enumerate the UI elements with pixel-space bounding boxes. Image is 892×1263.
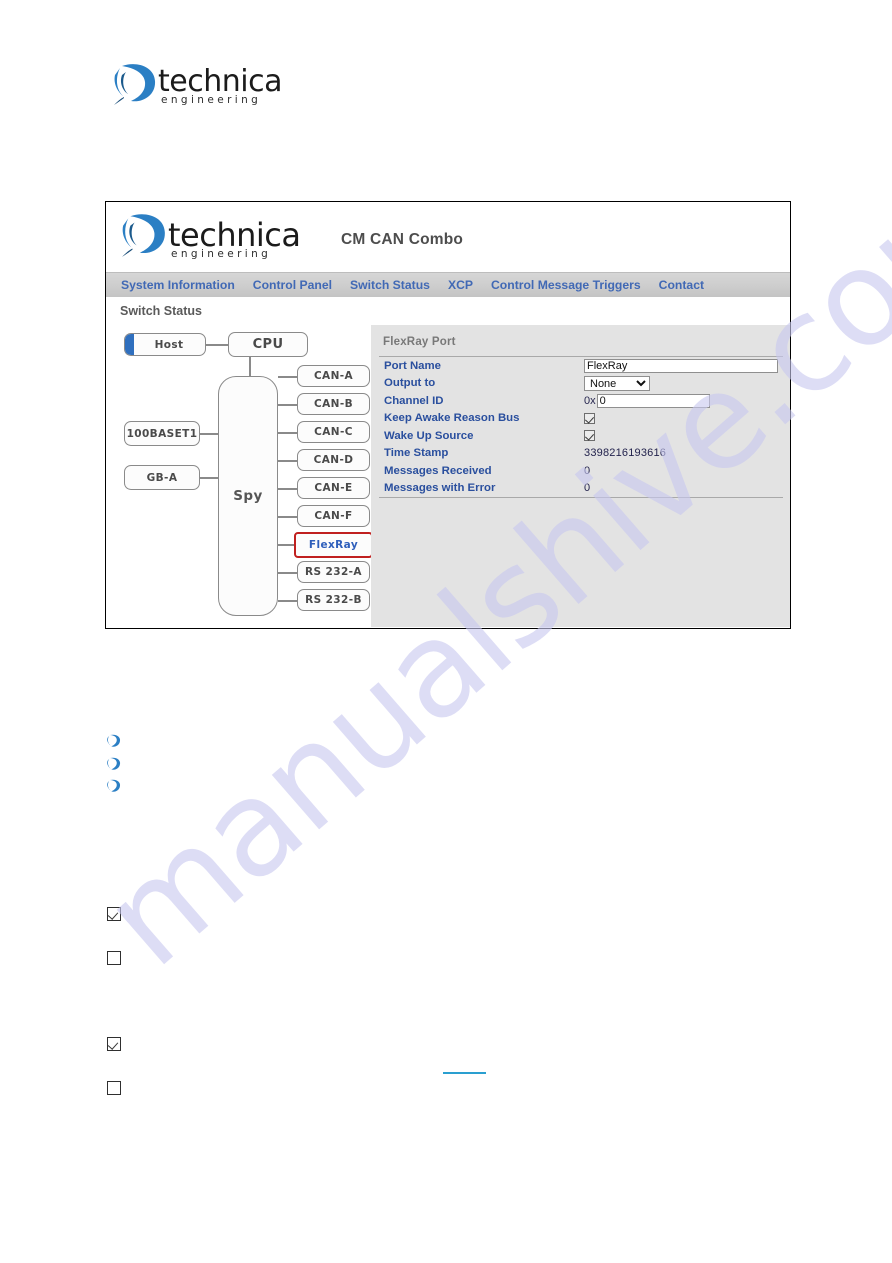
device-title: CM CAN Combo [341,231,464,248]
node-can-f-label: CAN-F [314,510,353,522]
nav-system-information[interactable]: System Information [112,278,244,292]
link-spy-rs232-b [278,600,298,602]
node-can-c[interactable]: CAN-C [297,421,370,443]
node-spy[interactable]: Spy [218,376,278,616]
host-accent-bar [125,334,134,355]
link-spy-rs232-a [278,572,298,574]
link-spy-can-c [278,432,298,434]
row-port-name: Port Name [379,357,783,375]
channel-id-hex-prefix: 0x [584,394,596,407]
doc-checkbox-1[interactable] [107,907,121,921]
messages-received-value: 0 [584,464,591,477]
wake-up-source-checkbox[interactable] [584,430,595,442]
label-messages-received: Messages Received [384,464,492,477]
node-can-b[interactable]: CAN-B [297,393,370,415]
node-cpu[interactable]: CPU [228,332,308,357]
output-to-select[interactable]: None [584,375,650,391]
main-navigation: System Information Control Panel Switch … [106,272,790,297]
node-100baset1-label: 100BASET1 [126,427,198,440]
list-bullet-1-icon [107,734,121,747]
node-host[interactable]: Host [124,333,206,356]
node-rs232-b[interactable]: RS 232-B [297,589,370,611]
row-channel-id: Channel ID 0x [379,392,783,410]
list-bullet-2-icon [107,757,121,770]
port-name-input[interactable] [584,358,778,373]
link-host-cpu [206,344,228,346]
doc-checkbox-4[interactable] [107,1081,121,1095]
technica-swirl-icon [114,64,156,105]
node-100baset1[interactable]: 100BASET1 [124,421,200,446]
panel-header: technica engineering CM CAN Combo [106,202,790,272]
label-wake-up-source: Wake Up Source [384,429,474,442]
label-output-to: Output to [384,377,436,390]
node-gb-a-label: GB-A [146,471,178,484]
label-messages-with-error: Messages with Error [384,482,496,495]
node-can-d[interactable]: CAN-D [297,449,370,471]
messages-with-error-value: 0 [584,482,591,495]
node-can-e[interactable]: CAN-E [297,477,370,499]
node-can-f[interactable]: CAN-F [297,505,370,527]
node-spy-label: Spy [233,488,263,504]
node-rs232-b-label: RS 232-B [305,594,362,606]
row-wake-up-source: Wake Up Source [379,427,783,445]
node-can-c-label: CAN-C [314,426,353,438]
port-properties-table: Port Name Output to None Channel ID [379,356,783,498]
node-cpu-label: CPU [252,337,284,352]
port-properties-legend: FlexRay Port [383,336,456,348]
nav-control-message-triggers[interactable]: Control Message Triggers [482,278,650,292]
doc-checkbox-3[interactable] [107,1037,121,1051]
label-channel-id: Channel ID [384,394,444,407]
nav-switch-status[interactable]: Switch Status [341,278,439,292]
node-can-a[interactable]: CAN-A [297,365,370,387]
channel-id-input[interactable] [596,393,710,408]
blue-underline-rule [443,1072,486,1074]
row-messages-with-error: Messages with Error 0 [379,480,783,498]
switch-topology-diagram: Host CPU Spy 100BASET1 GB-A CAN-A CAN-B … [106,325,373,627]
page-title: Switch Status [120,304,202,318]
nav-contact[interactable]: Contact [650,278,713,292]
technica-swirl-icon-panel [122,214,165,257]
row-time-stamp: Time Stamp 3398216193616 [379,445,783,463]
label-keep-awake-reason-bus: Keep Awake Reason Bus [384,412,520,425]
node-flexray[interactable]: FlexRay [294,532,373,558]
node-can-d-label: CAN-D [313,454,354,466]
keep-awake-reason-bus-checkbox[interactable] [584,412,595,424]
port-properties-panel: FlexRay Port Port Name Output to None [371,325,790,627]
nav-control-panel[interactable]: Control Panel [244,278,341,292]
label-time-stamp: Time Stamp [384,447,449,460]
node-can-a-label: CAN-A [313,370,354,382]
panel-logo-tagline: engineering [171,248,272,260]
logo-tagline: engineering [161,94,262,106]
link-cpu-spy [249,355,251,377]
link-spy-can-d [278,460,298,462]
node-host-label: Host [154,338,184,351]
row-keep-awake-reason-bus: Keep Awake Reason Bus [379,410,783,428]
node-rs232-a[interactable]: RS 232-A [297,561,370,583]
row-output-to: Output to None [379,375,783,393]
page-header-logo: technica engineering [112,60,312,112]
list-bullet-3-icon [107,779,121,792]
link-spy-can-a [278,376,298,378]
link-spy-can-f [278,516,298,518]
node-gb-a[interactable]: GB-A [124,465,200,490]
label-port-name: Port Name [384,359,441,372]
panel-body: Host CPU Spy 100BASET1 GB-A CAN-A CAN-B … [106,325,790,627]
node-can-e-label: CAN-E [314,482,353,494]
doc-checkbox-2[interactable] [107,951,121,965]
node-can-b-label: CAN-B [314,398,353,410]
node-flexray-label: FlexRay [308,539,359,551]
link-spy-can-e [278,488,298,490]
link-spy-can-b [278,404,298,406]
nav-xcp[interactable]: XCP [439,278,482,292]
row-messages-received: Messages Received 0 [379,462,783,480]
node-rs232-a-label: RS 232-A [305,566,362,578]
time-stamp-value: 3398216193616 [584,447,667,460]
device-web-ui-screenshot: technica engineering CM CAN Combo System… [105,201,791,629]
section-title-bar: Switch Status [106,297,790,325]
